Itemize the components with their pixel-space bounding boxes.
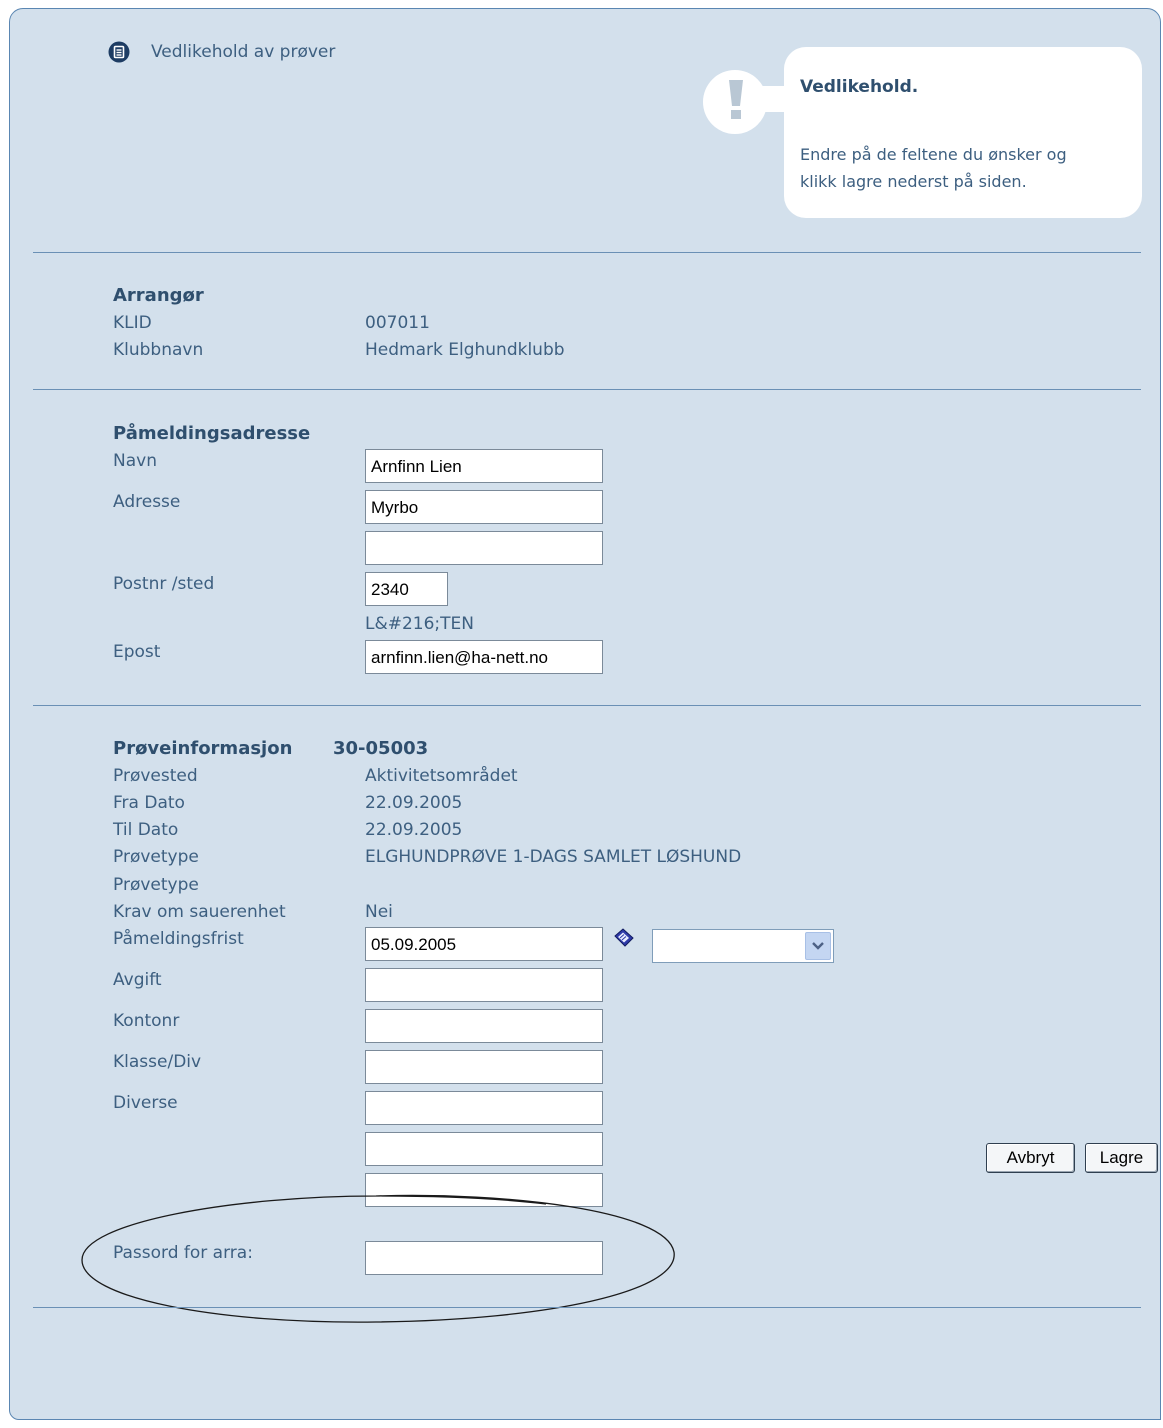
frist-input[interactable]: 05.09.2005 — [365, 927, 603, 961]
sted-value: L&#216;TEN — [365, 614, 474, 634]
highlight-ellipse — [81, 1194, 675, 1323]
divider — [33, 705, 1141, 706]
adresse2-input[interactable] — [365, 531, 603, 565]
divider — [33, 252, 1141, 253]
klasse-input[interactable] — [365, 1050, 603, 1084]
diverse-label: Diverse — [113, 1093, 178, 1113]
frist-select[interactable] — [652, 929, 834, 963]
kontonr-input[interactable] — [365, 1009, 603, 1043]
kontonr-label: Kontonr — [113, 1011, 180, 1031]
postnr-input[interactable]: 2340 — [365, 572, 448, 606]
provetype-value: ELGHUNDPRØVE 1-DAGS SAMLET LØSHUND — [365, 847, 742, 867]
cancel-button[interactable]: Avbryt — [986, 1143, 1075, 1173]
avgift-input[interactable] — [365, 968, 603, 1002]
exclamation-icon — [726, 78, 746, 122]
klubbnavn-label: Klubbnavn — [113, 340, 204, 360]
divider — [33, 1307, 1141, 1308]
provetype-label: Prøvetype — [113, 847, 199, 867]
fradato-value: 22.09.2005 — [365, 793, 463, 813]
provested-value: Aktivitetsområdet — [365, 766, 518, 786]
klid-value: 007011 — [365, 313, 430, 333]
tildato-label: Til Dato — [113, 820, 179, 840]
adresse-label: Adresse — [113, 492, 181, 512]
prove-number: 30-05003 — [333, 738, 429, 759]
postnr-label: Postnr /sted — [113, 574, 215, 594]
krav-value: Nei — [365, 902, 393, 922]
frist-label: Påmeldingsfrist — [113, 929, 244, 949]
save-button[interactable]: Lagre — [1085, 1143, 1158, 1173]
navn-input[interactable]: Arnfinn Lien — [365, 449, 603, 483]
klasse-label: Klasse/Div — [113, 1052, 202, 1072]
epost-label: Epost — [113, 642, 161, 662]
krav-label: Krav om sauerenhet — [113, 902, 286, 922]
info-text-line1: Endre på de feltene du ønsker og — [800, 145, 1067, 164]
avgift-label: Avgift — [113, 970, 162, 990]
proveinfo-heading: Prøveinformasjon — [113, 738, 293, 759]
fradato-label: Fra Dato — [113, 793, 185, 813]
tildato-value: 22.09.2005 — [365, 820, 463, 840]
adresse-input[interactable]: Myrbo — [365, 490, 603, 524]
klid-label: KLID — [113, 313, 152, 333]
provetype2-label: Prøvetype — [113, 875, 199, 895]
info-bubble — [784, 47, 1142, 218]
info-title: Vedlikehold. — [800, 77, 919, 97]
provested-label: Prøvested — [113, 766, 198, 786]
divider — [33, 389, 1141, 390]
info-text-line2: klikk lagre nederst på siden. — [800, 172, 1027, 191]
epost-input[interactable]: arnfinn.lien@ha-nett.no — [365, 640, 603, 674]
navn-label: Navn — [113, 451, 157, 471]
pamelding-heading: Påmeldingsadresse — [113, 423, 311, 444]
arrangor-heading: Arrangør — [113, 285, 204, 306]
page-icon — [108, 41, 130, 63]
klubbnavn-value: Hedmark Elghundklubb — [365, 340, 565, 360]
page-title: Vedlikehold av prøver — [151, 42, 336, 62]
diverse-input-1[interactable] — [365, 1091, 603, 1125]
diverse-input-2[interactable] — [365, 1132, 603, 1166]
calendar-icon[interactable] — [612, 927, 636, 951]
chevron-down-icon[interactable] — [805, 932, 831, 960]
